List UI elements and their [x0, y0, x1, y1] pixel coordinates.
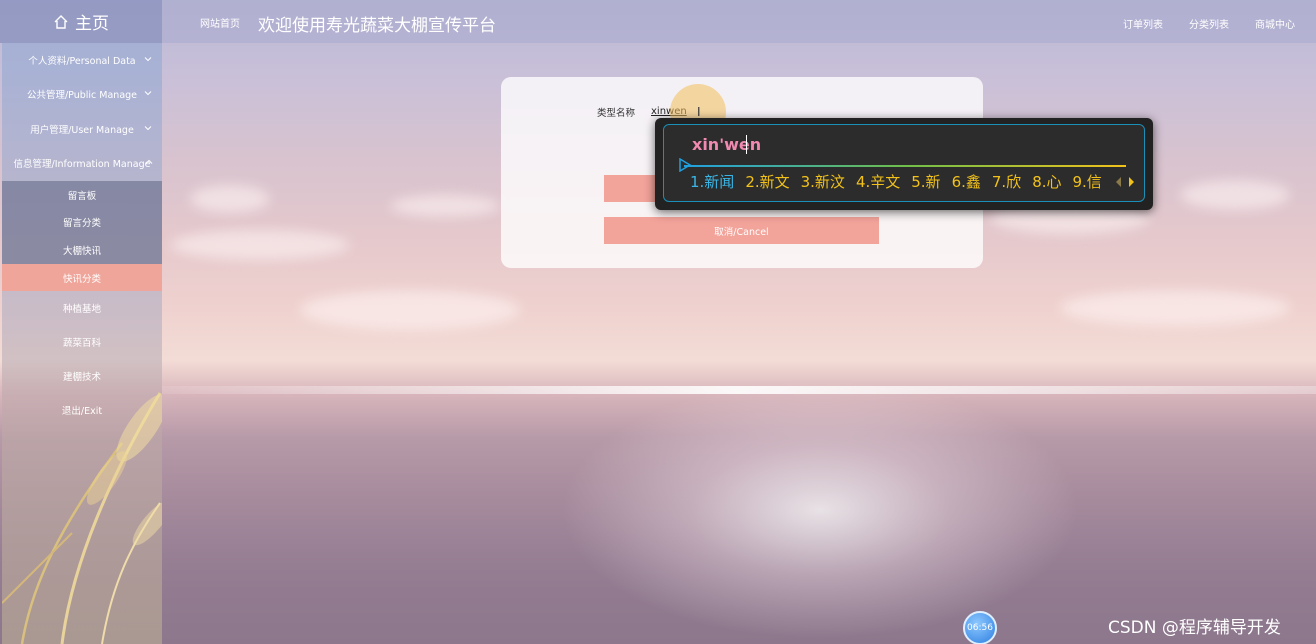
submenu-item-greenhouse-news[interactable]: 大棚快讯	[2, 236, 162, 263]
sea-glare	[560, 380, 1080, 640]
submenu-item-news-category[interactable]: 快讯分类	[2, 264, 162, 291]
reed-grass-illustration	[2, 392, 162, 644]
ime-pinyin: xin'wen	[692, 135, 762, 154]
ime-panel: xin'wen 1.新闻 2.新文 3.新汶 4.辛文 5.新 6.鑫 7.欣 …	[663, 124, 1145, 202]
nav-mall-link[interactable]: 商城中心	[1255, 16, 1295, 31]
ime-candidate[interactable]: 7.欣	[992, 171, 1021, 192]
home-link[interactable]: 主页	[0, 0, 162, 43]
sidebar-item-public-manage[interactable]: 公共管理/Public Manage	[2, 77, 162, 111]
clock-badge[interactable]: 06:56	[963, 611, 997, 644]
chevron-down-icon	[144, 126, 152, 131]
watermark: CSDN @程序辅导开发	[1108, 618, 1281, 638]
chevron-down-icon	[144, 57, 152, 62]
cloud	[390, 195, 500, 217]
cloud	[300, 290, 520, 330]
nav-orders-link[interactable]: 订单列表	[1123, 16, 1163, 31]
ime-page-arrows-icon[interactable]	[1113, 175, 1139, 189]
chevron-up-icon	[145, 159, 153, 164]
top-bar: 主页 网站首页 欢迎使用寿光蔬菜大棚宣传平台 订单列表 分类列表 商城中心	[0, 0, 1316, 43]
information-submenu: 留言板 留言分类 大棚快讯 快讯分类	[2, 181, 162, 291]
sidebar-item-label: 信息管理/Information Manage	[13, 159, 151, 170]
sidebar: 个人资料/Personal Data 公共管理/Public Manage 用户…	[2, 43, 162, 644]
ime-candidate[interactable]: 1.新闻	[690, 171, 734, 192]
type-name-label: 类型名称	[597, 108, 636, 119]
ime-candidate[interactable]: 8.心	[1032, 171, 1061, 192]
ime-candidate[interactable]: 3.新汶	[801, 171, 845, 192]
ime-candidate[interactable]: 6.鑫	[952, 171, 981, 192]
cloud	[170, 230, 350, 260]
sidebar-item-label: 个人资料/Personal Data	[28, 56, 136, 67]
cloud	[1180, 180, 1290, 210]
sidebar-item-label: 公共管理/Public Manage	[26, 90, 138, 101]
site-home-link[interactable]: 网站首页	[200, 15, 240, 30]
cancel-button[interactable]: 取消/Cancel	[604, 217, 879, 244]
sidebar-item-personal-data[interactable]: 个人资料/Personal Data	[2, 43, 162, 77]
sidebar-item-user-manage[interactable]: 用户管理/User Manage	[2, 112, 162, 146]
ime-candidate[interactable]: 9.信	[1073, 171, 1102, 192]
text-cursor-icon: I	[697, 105, 701, 119]
submenu-item-message-board[interactable]: 留言板	[2, 181, 162, 208]
cloud	[190, 185, 270, 213]
sidebar-item-planting-base[interactable]: 种植基地	[2, 291, 162, 325]
sidebar-item-label: 用户管理/User Manage	[30, 125, 134, 136]
cloud	[1060, 290, 1290, 326]
ime-candidate-window: xin'wen 1.新闻 2.新文 3.新汶 4.辛文 5.新 6.鑫 7.欣 …	[655, 118, 1153, 210]
page-title: 欢迎使用寿光蔬菜大棚宣传平台	[258, 16, 496, 36]
home-label: 主页	[75, 14, 109, 34]
nav-categories-link[interactable]: 分类列表	[1189, 16, 1229, 31]
home-icon	[54, 14, 68, 29]
horizon-light	[162, 386, 1316, 394]
ime-candidate[interactable]: 2.新文	[745, 171, 789, 192]
submenu-item-message-category[interactable]: 留言分类	[2, 208, 162, 235]
ime-divider	[684, 165, 1126, 167]
ime-candidate[interactable]: 4.辛文	[856, 171, 900, 192]
ime-candidate-list: 1.新闻 2.新文 3.新汶 4.辛文 5.新 6.鑫 7.欣 8.心 9.信	[690, 171, 1113, 192]
ime-candidate[interactable]: 5.新	[911, 171, 940, 192]
sidebar-item-information-manage[interactable]: 信息管理/Information Manage	[2, 146, 162, 180]
ime-caret	[746, 135, 747, 154]
chevron-down-icon	[144, 91, 152, 96]
sidebar-item-vegetable-encyclopedia[interactable]: 蔬菜百科	[2, 325, 162, 359]
